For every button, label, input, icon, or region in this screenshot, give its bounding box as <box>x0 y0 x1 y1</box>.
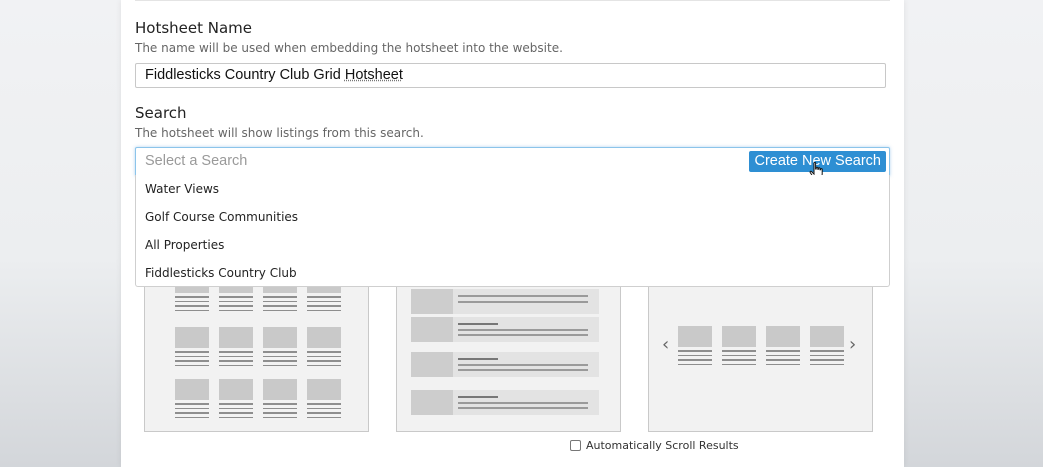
search-options-dropdown: Water Views Golf Course Communities All … <box>135 175 890 287</box>
grid-preview-card <box>175 327 209 366</box>
search-select[interactable]: Select a Search Create New Search <box>135 147 890 176</box>
auto-scroll-label: Automatically Scroll Results <box>586 439 739 452</box>
hotsheet-name-value-spellcheck: Hotsheet <box>344 67 403 83</box>
search-option-golf-course-communities[interactable]: Golf Course Communities <box>136 203 889 231</box>
layout-option-list[interactable] <box>396 286 621 432</box>
grid-preview-card <box>263 379 297 418</box>
auto-scroll-option[interactable]: Automatically Scroll Results <box>570 439 739 452</box>
grid-preview-card <box>219 286 253 311</box>
chevron-right-icon: › <box>849 334 857 355</box>
list-preview-row <box>411 390 599 415</box>
list-preview-row <box>411 317 599 342</box>
search-select-placeholder: Select a Search <box>145 153 248 169</box>
search-label: Search <box>135 104 187 122</box>
hotsheet-name-label: Hotsheet Name <box>135 19 253 37</box>
chevron-left-icon: ‹ <box>662 334 670 355</box>
hotsheet-name-help: The name will be used when embedding the… <box>135 41 563 55</box>
grid-preview-card <box>175 379 209 418</box>
search-option-water-views[interactable]: Water Views <box>136 175 889 203</box>
search-help: The hotsheet will show listings from thi… <box>135 126 424 140</box>
list-preview-row <box>411 352 599 377</box>
hotsheet-form-panel: Hotsheet Name The name will be used when… <box>121 0 904 467</box>
list-preview-row <box>411 289 599 314</box>
grid-preview-card <box>307 286 341 311</box>
search-option-all-properties[interactable]: All Properties <box>136 231 889 259</box>
slider-preview-card <box>766 326 800 365</box>
grid-preview-card <box>307 327 341 366</box>
slider-preview-card <box>810 326 844 365</box>
grid-preview-card <box>175 286 209 311</box>
slider-preview-card <box>678 326 712 365</box>
grid-preview-card <box>263 286 297 311</box>
layout-option-slider[interactable]: ‹ › <box>648 286 873 432</box>
grid-preview-card <box>219 327 253 366</box>
grid-preview-card <box>219 379 253 418</box>
grid-preview-card <box>263 327 297 366</box>
grid-preview-card <box>307 379 341 418</box>
hotsheet-name-value: Fiddlesticks Country Club Grid <box>145 67 345 83</box>
divider <box>135 0 890 1</box>
hotsheet-name-input[interactable]: Fiddlesticks Country Club Grid Hotsheet <box>135 63 886 88</box>
layout-option-grid[interactable] <box>144 286 369 432</box>
search-option-fiddlesticks-country-club[interactable]: Fiddlesticks Country Club <box>136 259 889 287</box>
slider-preview-card <box>722 326 756 365</box>
auto-scroll-checkbox[interactable] <box>570 440 581 451</box>
